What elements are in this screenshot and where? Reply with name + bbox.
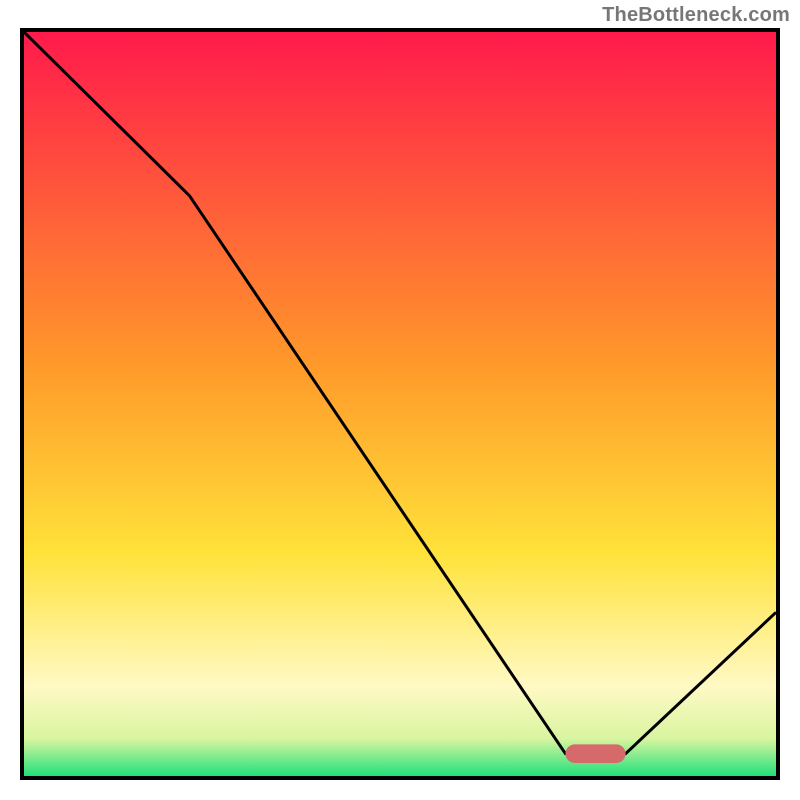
plot-svg	[24, 32, 776, 776]
plot-frame	[20, 28, 780, 780]
marker-layer	[565, 744, 625, 763]
highlight-bar	[565, 744, 625, 763]
watermark: TheBottleneck.com	[602, 4, 790, 27]
chart-container: TheBottleneck.com	[0, 0, 800, 800]
